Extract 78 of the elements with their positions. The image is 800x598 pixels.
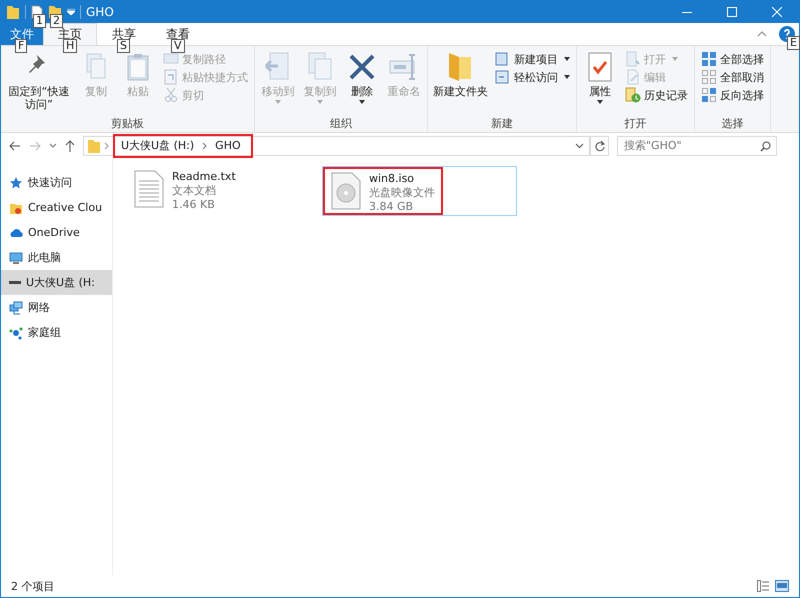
close-icon	[772, 7, 782, 17]
caret-icon	[564, 75, 570, 79]
maximize-icon	[726, 7, 736, 17]
nav-item[interactable]: Creative Clou	[1, 195, 112, 220]
group-label: 剪贴板	[110, 116, 145, 132]
search-field[interactable]: 搜索"GHO"	[617, 136, 777, 156]
tiles-view-icon[interactable]	[775, 580, 789, 592]
key-tip: F	[15, 39, 28, 53]
scissors-icon	[163, 87, 179, 103]
ribbon-button[interactable]: 全部取消	[701, 68, 764, 86]
item-count: 2 个项目	[11, 578, 54, 594]
chevron-icon	[202, 142, 208, 150]
edit-icon	[625, 69, 641, 85]
ribbon-button[interactable]: 删除	[342, 49, 382, 104]
address-bar[interactable]: U大侠U盘 (H:) GHO	[83, 136, 591, 156]
computer-icon	[9, 250, 23, 264]
folder-icon	[6, 4, 20, 20]
group-label: 新建	[490, 116, 514, 132]
homegroup-icon	[9, 326, 23, 340]
file-item[interactable]: win8.iso 光盘映像文件 3.84 GB	[322, 166, 517, 216]
file-size: 1.46 KB	[172, 198, 216, 212]
ribbon-button[interactable]: 全部选择	[701, 50, 764, 68]
folder-icon	[88, 138, 100, 152]
key-tip: E	[787, 36, 800, 50]
open-icon	[625, 51, 641, 67]
chevron-icon	[104, 142, 109, 150]
file-type: 文本文档	[172, 184, 217, 198]
nav-item[interactable]: 快速访问	[1, 170, 112, 195]
window-title: GHO	[86, 5, 114, 19]
key-tip: 1	[33, 14, 46, 28]
refresh-icon	[594, 140, 604, 152]
chevron-icon[interactable]	[49, 143, 57, 148]
ribbon-button[interactable]: 历史记录	[625, 86, 688, 104]
path-segment[interactable]: GHO	[215, 139, 241, 152]
group-label: 组织	[329, 116, 353, 132]
network-icon	[9, 300, 23, 314]
nav-item[interactable]: 此电脑	[1, 245, 112, 270]
key-tip: 2	[50, 14, 63, 28]
group-label: 选择	[720, 116, 744, 132]
back-icon[interactable]	[9, 140, 21, 150]
star-icon	[9, 176, 23, 190]
caret-icon	[597, 100, 603, 104]
up-icon[interactable]	[65, 140, 75, 152]
path-segment[interactable]: U大侠U盘 (H:)	[121, 138, 194, 153]
nav-item[interactable]: 网络	[1, 295, 112, 320]
file-item[interactable]: Readme.txt 文本文档 1.46 KB	[127, 166, 322, 216]
caret-icon	[672, 57, 678, 61]
collapse-icon[interactable]	[757, 31, 767, 37]
key-tip: S	[117, 39, 130, 53]
caret-icon	[359, 100, 365, 104]
file-type: 光盘映像文件	[369, 186, 435, 200]
file-name: win8.iso	[369, 172, 416, 186]
refresh-button[interactable]	[589, 136, 609, 156]
key-tip: V	[171, 39, 185, 53]
history-icon	[625, 87, 641, 103]
ribbon-button[interactable]: 反向选择	[701, 86, 764, 104]
ribbon-button[interactable]: 轻松访问	[495, 68, 570, 86]
caret-icon	[317, 100, 323, 104]
nav-item[interactable]: U大侠U盘 (H:	[1, 270, 112, 295]
select-none-icon	[701, 69, 717, 85]
nav-item[interactable]: 家庭组	[1, 320, 112, 345]
disc-file-icon	[331, 172, 361, 210]
caret-icon	[275, 100, 281, 104]
file-name: Readme.txt	[172, 170, 236, 184]
nav-item[interactable]: OneDrive	[1, 220, 112, 245]
group-label: 打开	[624, 116, 648, 132]
key-tip: H	[63, 39, 78, 53]
ribbon-button[interactable]: 新建项目	[495, 50, 570, 68]
ribbon-button[interactable]: 属性	[580, 49, 620, 104]
caret-icon	[564, 57, 570, 61]
invert-selection-icon	[701, 87, 717, 103]
select-all-icon	[701, 51, 717, 67]
details-view-icon[interactable]	[757, 580, 769, 592]
drive-icon	[9, 281, 21, 284]
file-size: 3.84 GB	[369, 200, 414, 214]
text-file-icon	[134, 170, 164, 208]
search-icon	[760, 140, 771, 152]
ribbon-button[interactable]: 新建文件夹	[431, 49, 490, 98]
